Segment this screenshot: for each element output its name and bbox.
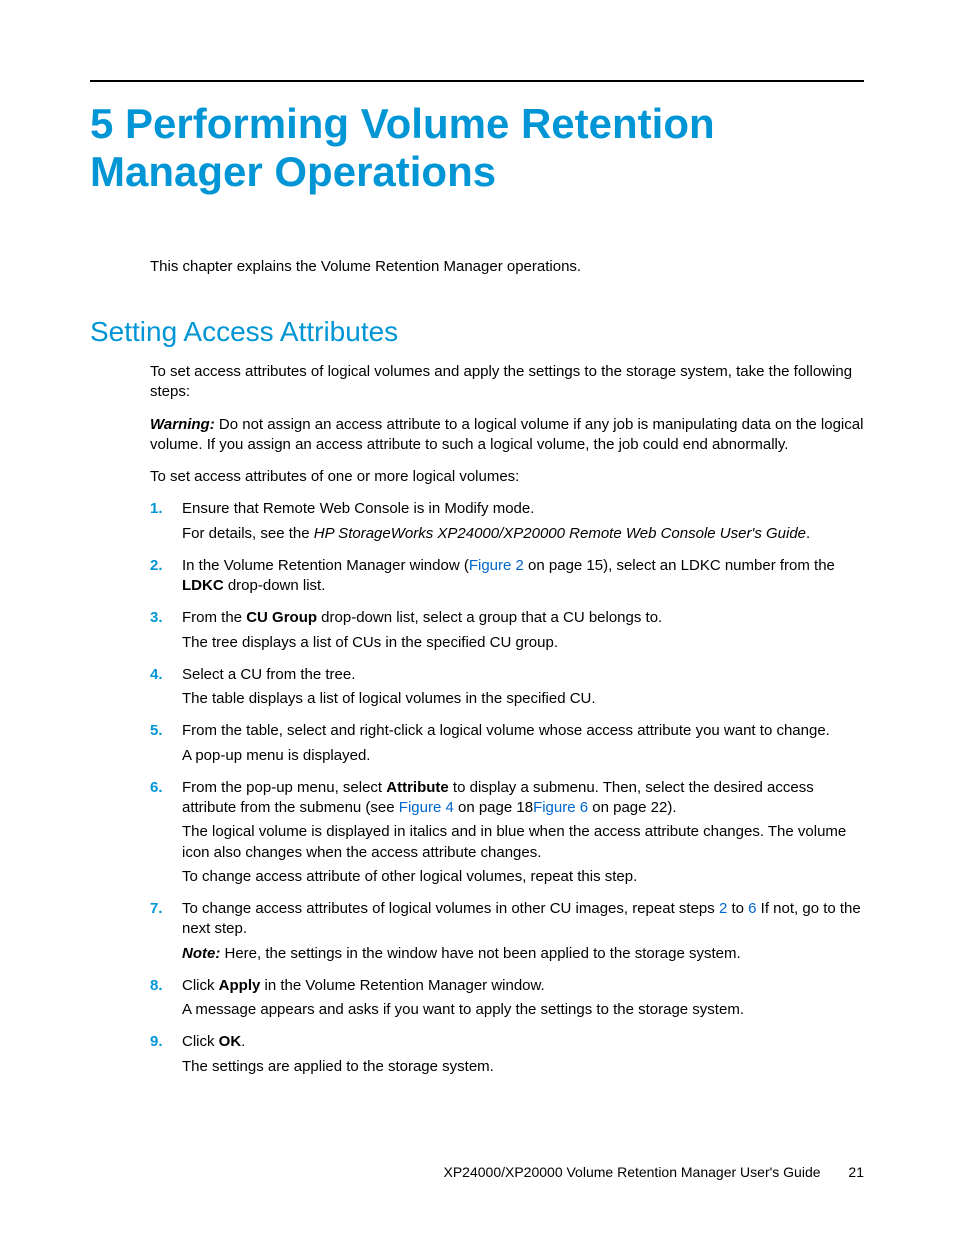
text: . [806, 525, 810, 542]
note-text: Here, the settings in the window have no… [220, 945, 740, 962]
step-link[interactable]: 6 [748, 900, 756, 917]
step-1: Ensure that Remote Web Console is in Mod… [150, 499, 864, 544]
text: Click [182, 1033, 219, 1050]
warning-text: Do not assign an access attribute to a l… [150, 416, 863, 453]
step-subtext: To change access attribute of other logi… [182, 867, 864, 887]
ui-term: Attribute [386, 779, 449, 796]
text: In the Volume Retention Manager window ( [182, 557, 469, 574]
section-title: Setting Access Attributes [90, 316, 864, 348]
page-footer: XP24000/XP20000 Volume Retention Manager… [444, 1164, 865, 1180]
step-7: To change access attributes of logical v… [150, 899, 864, 964]
warning-label: Warning: [150, 416, 215, 433]
step-9: Click OK. The settings are applied to th… [150, 1032, 864, 1077]
figure-link[interactable]: Figure 4 [399, 799, 454, 816]
step-text: Select a CU from the tree. [182, 665, 864, 685]
text: to [727, 900, 748, 917]
step-subtext: The logical volume is displayed in itali… [182, 822, 864, 863]
text: . [241, 1033, 245, 1050]
chapter-title: 5 Performing Volume Retention Manager Op… [90, 100, 864, 197]
step-text: From the CU Group drop-down list, select… [182, 608, 864, 628]
chapter-intro: This chapter explains the Volume Retenti… [150, 257, 864, 277]
step-subtext: For details, see the HP StorageWorks XP2… [182, 524, 864, 544]
step-subtext: The tree displays a list of CUs in the s… [182, 633, 864, 653]
step-3: From the CU Group drop-down list, select… [150, 608, 864, 653]
section-body: To set access attributes of logical volu… [150, 362, 864, 1077]
text: For details, see the [182, 525, 314, 542]
text: From the pop-up menu, select [182, 779, 386, 796]
step-2: In the Volume Retention Manager window (… [150, 556, 864, 597]
step-5: From the table, select and right-click a… [150, 721, 864, 766]
text: To change access attributes of logical v… [182, 900, 719, 917]
text: Click [182, 977, 219, 994]
step-8: Click Apply in the Volume Retention Mana… [150, 976, 864, 1021]
note-label: Note: [182, 945, 220, 962]
text: drop-down list. [224, 577, 326, 594]
step-subtext: A message appears and asks if you want t… [182, 1000, 864, 1020]
ui-term: LDKC [182, 577, 224, 594]
text: on page 15), select an LDKC number from … [524, 557, 835, 574]
text: in the Volume Retention Manager window. [260, 977, 544, 994]
text: on page 22). [588, 799, 676, 816]
figure-link[interactable]: Figure 2 [469, 557, 524, 574]
doc-reference: HP StorageWorks XP24000/XP20000 Remote W… [314, 525, 806, 542]
page-number: 21 [848, 1164, 864, 1180]
step-4: Select a CU from the tree. The table dis… [150, 665, 864, 710]
figure-link[interactable]: Figure 6 [533, 799, 588, 816]
lead-paragraph: To set access attributes of logical volu… [150, 362, 864, 403]
step-text: Ensure that Remote Web Console is in Mod… [182, 499, 864, 519]
top-rule [90, 80, 864, 82]
step-text: Click Apply in the Volume Retention Mana… [182, 976, 864, 996]
step-text: Click OK. [182, 1032, 864, 1052]
step-text: From the pop-up menu, select Attribute t… [182, 778, 864, 819]
ui-term: Apply [219, 977, 261, 994]
lead2-paragraph: To set access attributes of one or more … [150, 467, 864, 487]
step-subtext: The settings are applied to the storage … [182, 1057, 864, 1077]
footer-text: XP24000/XP20000 Volume Retention Manager… [444, 1164, 821, 1180]
step-subtext: A pop-up menu is displayed. [182, 746, 864, 766]
note-paragraph: Note: Here, the settings in the window h… [182, 944, 864, 964]
step-subtext: The table displays a list of logical vol… [182, 689, 864, 709]
step-text: From the table, select and right-click a… [182, 721, 864, 741]
step-text: To change access attributes of logical v… [182, 899, 864, 940]
text: on page 18 [454, 799, 533, 816]
ui-term: OK [219, 1033, 242, 1050]
ui-term: CU Group [246, 609, 317, 626]
steps-list: Ensure that Remote Web Console is in Mod… [150, 499, 864, 1077]
step-6: From the pop-up menu, select Attribute t… [150, 778, 864, 887]
warning-paragraph: Warning: Do not assign an access attribu… [150, 415, 864, 456]
text: drop-down list, select a group that a CU… [317, 609, 662, 626]
text: From the [182, 609, 246, 626]
document-page: 5 Performing Volume Retention Manager Op… [0, 0, 954, 1235]
